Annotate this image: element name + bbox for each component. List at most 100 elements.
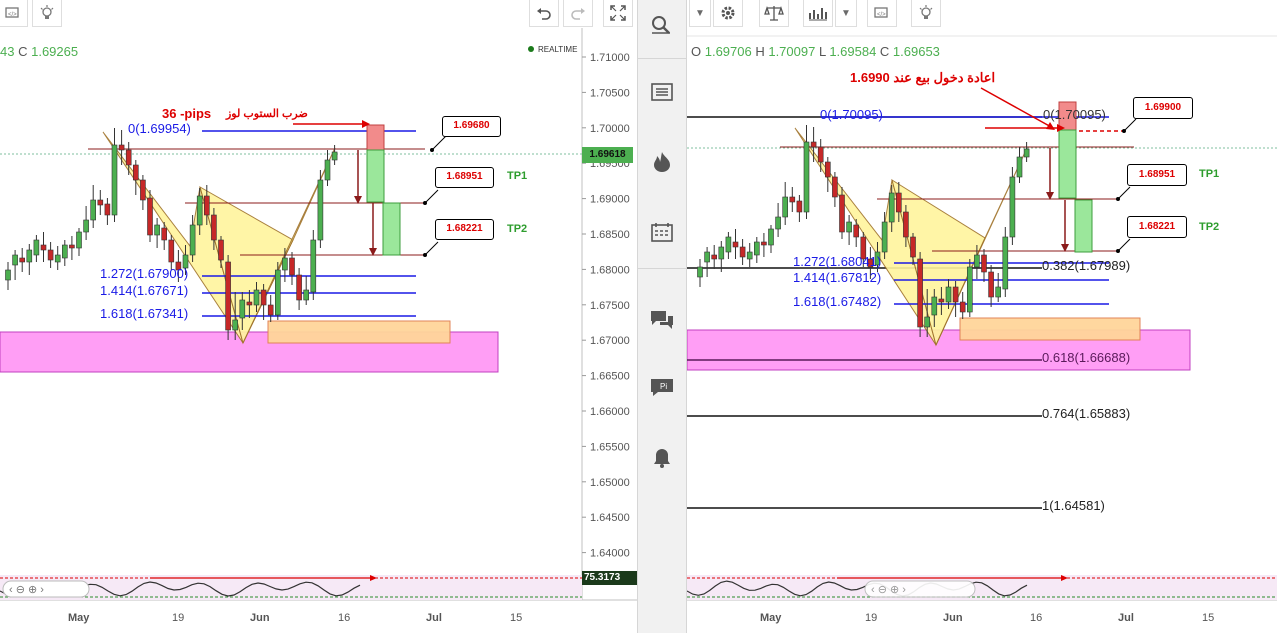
tp2-box xyxy=(382,202,401,256)
candle-body xyxy=(988,271,994,298)
candle-body xyxy=(253,289,260,306)
indicator-toolbar[interactable]: ‹ ⊖ ⊕ › xyxy=(2,580,90,598)
candle-body xyxy=(846,221,852,233)
candle-body xyxy=(839,194,845,233)
candle-body xyxy=(903,211,909,238)
candle-body xyxy=(211,214,217,241)
list-icon[interactable] xyxy=(638,72,686,112)
calendar-icon[interactable] xyxy=(638,212,686,252)
callout-box-1: 1.69680 xyxy=(442,116,501,137)
price-tick-label: 1.64500 xyxy=(590,512,630,524)
left-chart-canvas[interactable]: 1.710001.705001.700001.695001.690001.685… xyxy=(0,0,637,633)
candle-body xyxy=(931,296,938,316)
price-tick-label: 1.65500 xyxy=(590,441,630,453)
candle-body xyxy=(995,286,1002,298)
ideas-icon[interactable]: Pi xyxy=(638,368,686,408)
fib-1618-label: 1.618(1.67482) xyxy=(793,294,882,309)
tp1-label: TP1 xyxy=(507,170,528,182)
candle-body xyxy=(732,241,739,248)
callout-box-1: 1.69900 xyxy=(1133,97,1193,119)
time-tick-label: 16 xyxy=(338,612,350,624)
candle-body xyxy=(782,196,788,218)
time-tick-label: 19 xyxy=(172,612,184,624)
candle-body xyxy=(154,224,160,236)
candle-body xyxy=(26,249,33,263)
time-tick-label: 15 xyxy=(1202,612,1214,624)
fib-0764-label: 0.764(1.65883) xyxy=(1042,406,1131,421)
candle-body xyxy=(317,179,324,241)
time-tick-label: Jul xyxy=(1118,612,1134,624)
candle-body xyxy=(1023,148,1030,158)
price-tick-label: 1.64000 xyxy=(590,548,630,560)
candle-body xyxy=(761,241,767,246)
bell-icon[interactable] xyxy=(638,438,686,478)
fib-1414-label: 1.414(1.67671) xyxy=(100,283,189,298)
callout-box-3: 1.68221 xyxy=(435,219,494,240)
candle-body xyxy=(754,241,760,256)
chat-icon[interactable] xyxy=(638,300,686,340)
candle-body xyxy=(232,319,238,331)
candle-body xyxy=(725,236,732,253)
candle-body xyxy=(267,304,274,316)
indicator-toolbar[interactable]: ‹ ⊖ ⊕ › xyxy=(864,580,976,598)
candle-body xyxy=(246,301,253,306)
fib-0618-label: 0.618(1.66688) xyxy=(1042,350,1131,365)
right-time-axis: May 19 Jun 16 Jul 15 xyxy=(760,612,1214,624)
candle-body xyxy=(974,254,980,268)
candle-body xyxy=(1002,236,1009,290)
candle-body xyxy=(12,254,18,266)
right-chart-pane[interactable]: ▼ ▼ </> O 1.69706 H 1.70097 L 1.69584 C … xyxy=(687,0,1277,633)
pips-label: 36 -pips xyxy=(162,106,212,121)
candle-body xyxy=(282,257,288,271)
price-tick-label: 1.67000 xyxy=(590,335,630,347)
candle-body xyxy=(331,151,338,161)
price-tick-label: 1.66000 xyxy=(590,406,630,418)
callout-box-2: 1.68951 xyxy=(435,167,494,188)
orange-zone xyxy=(959,317,1141,341)
candle-body xyxy=(61,244,68,259)
time-tick-label: May xyxy=(68,612,90,624)
candle-body xyxy=(959,301,966,313)
left-price-axis: 1.710001.705001.700001.695001.690001.685… xyxy=(582,52,630,560)
price-tick-label: 1.70000 xyxy=(590,123,630,135)
candle-body xyxy=(76,231,82,249)
middle-sidebar: Pi xyxy=(637,0,687,633)
time-tick-label: 19 xyxy=(865,612,877,624)
current-price-label: 1.69618 xyxy=(582,147,633,163)
fib-1414-label: 1.414(1.67812) xyxy=(793,270,882,285)
right-chart-canvas[interactable]: ‹ ⊖ ⊕ › May 19 Jun 16 Jul 15 xyxy=(687,0,1277,633)
candle-body xyxy=(775,216,781,230)
candle-body xyxy=(917,258,923,328)
candle-body xyxy=(817,146,824,163)
price-tick-label: 1.67500 xyxy=(590,300,630,312)
candle-body xyxy=(896,192,902,213)
fire-icon[interactable] xyxy=(638,142,686,182)
fib-1618-label: 1.618(1.67341) xyxy=(100,306,189,321)
candle-body xyxy=(196,195,203,226)
arabic-stoploss-note: ضرب الستوب لوز xyxy=(226,108,308,120)
candle-body xyxy=(111,144,118,216)
left-chart-pane[interactable]: </> 43 C 1.69265 REALTIME 1.71000 1.7050… xyxy=(0,0,637,633)
tp1-box xyxy=(366,149,385,203)
candle-body xyxy=(697,266,703,278)
candle-body xyxy=(140,179,146,201)
orange-zone xyxy=(267,320,451,344)
app-root: </> 43 C 1.69265 REALTIME 1.71000 1.7050… xyxy=(0,0,1277,633)
candle-body xyxy=(225,261,231,331)
time-tick-label: 16 xyxy=(1030,612,1042,624)
time-tick-label: Jun xyxy=(250,612,270,624)
candle-body xyxy=(118,144,125,151)
fib-1-label: 1(1.64581) xyxy=(1042,498,1105,513)
svg-text:‹ ⊖ ⊕ ›: ‹ ⊖ ⊕ › xyxy=(9,584,44,596)
candle-body xyxy=(274,269,281,316)
candle-body xyxy=(218,239,224,261)
price-tick-label: 1.68500 xyxy=(590,229,630,241)
fib-0-right-label: 0(1.70095) xyxy=(1043,107,1106,122)
candle-body xyxy=(924,316,930,328)
search-icon[interactable] xyxy=(638,5,686,45)
candle-body xyxy=(981,254,987,273)
candle-body xyxy=(296,274,302,301)
callout-box-3: 1.68221 xyxy=(1127,216,1187,238)
fib-0382-label: 0.382(1.67989) xyxy=(1042,258,1131,273)
candle-body xyxy=(310,239,317,293)
